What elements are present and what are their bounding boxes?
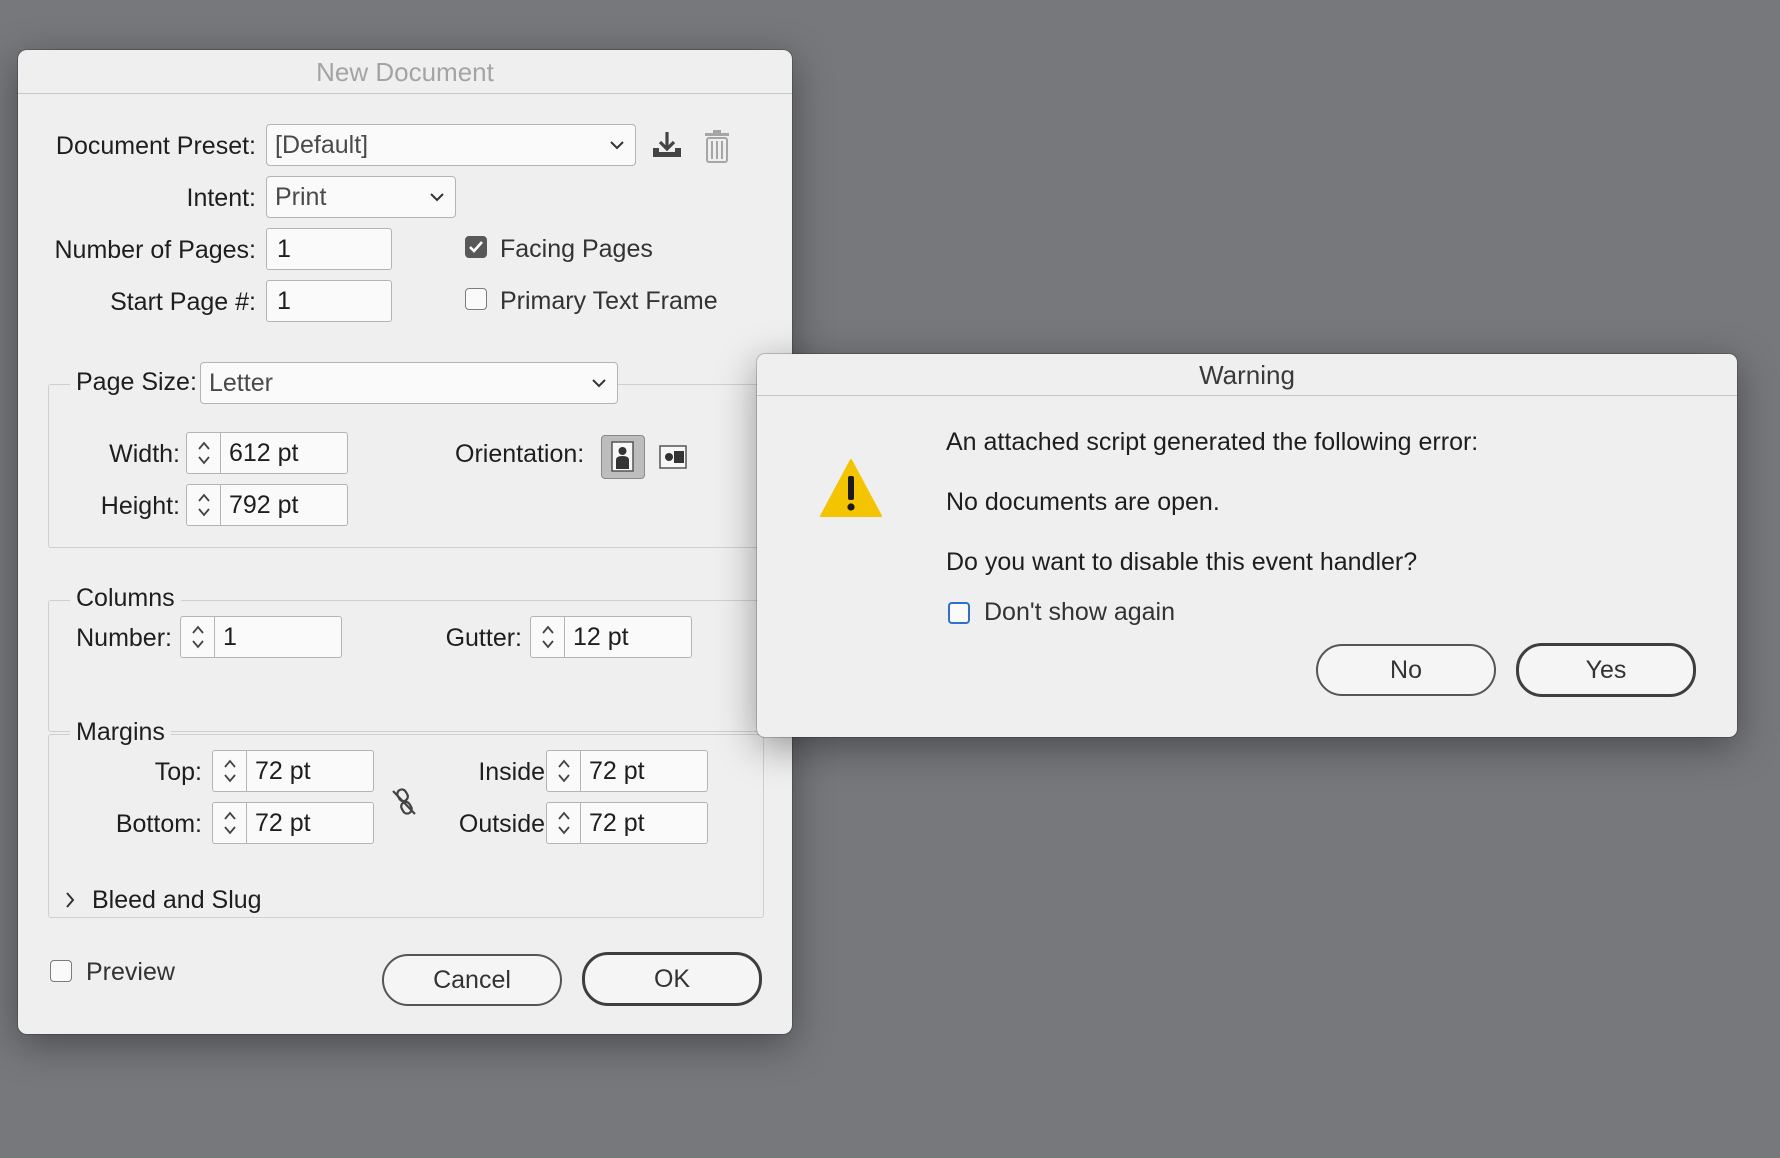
stepper-arrows-icon[interactable]	[213, 803, 247, 843]
intent-label: Intent:	[186, 184, 257, 212]
start-page-label: Start Page #:	[110, 288, 256, 316]
landscape-orientation-icon[interactable]	[653, 437, 693, 477]
chevron-right-icon[interactable]	[62, 890, 78, 910]
width-label: Width:	[109, 440, 180, 468]
chevron-down-icon	[430, 193, 444, 202]
cancel-button[interactable]: Cancel	[382, 954, 562, 1006]
margin-top-value: 72 pt	[255, 756, 311, 785]
stepper-arrows-icon[interactable]	[547, 803, 581, 843]
height-stepper[interactable]: 792 pt	[186, 484, 348, 526]
columns-legend: Columns	[70, 584, 181, 613]
error-message-line-3: Do you want to disable this event handle…	[946, 548, 1418, 576]
chevron-down-icon	[592, 379, 606, 388]
columns-number-value: 1	[223, 622, 237, 651]
facing-pages-checkbox[interactable]	[465, 236, 487, 258]
bleed-and-slug-toggle[interactable]: Bleed and Slug	[92, 886, 262, 915]
start-page-input[interactable]: 1	[266, 280, 392, 322]
margin-outside-label: Outside:	[458, 810, 552, 838]
number-of-pages-label: Number of Pages:	[54, 236, 257, 264]
facing-pages-label: Facing Pages	[500, 235, 653, 263]
margin-top-label: Top:	[154, 758, 202, 786]
chevron-down-icon	[610, 141, 624, 150]
warning-title: Warning	[757, 354, 1737, 396]
document-preset-select[interactable]: [Default]	[266, 124, 636, 166]
columns-number-label: Number:	[76, 624, 172, 652]
width-value: 612 pt	[229, 438, 299, 467]
stepper-arrows-icon[interactable]	[181, 617, 215, 657]
stepper-arrows-icon[interactable]	[547, 751, 581, 791]
dialog-title: New Document	[18, 50, 792, 94]
page-size-value: Letter	[209, 368, 273, 397]
page-size-label: Page Size:	[70, 368, 203, 397]
margin-inside-stepper[interactable]: 72 pt	[546, 750, 708, 792]
height-value: 792 pt	[229, 490, 299, 519]
height-label: Height:	[100, 492, 180, 520]
margin-bottom-stepper[interactable]: 72 pt	[212, 802, 374, 844]
gutter-stepper[interactable]: 12 pt	[530, 616, 692, 658]
margin-outside-value: 72 pt	[589, 808, 645, 837]
document-preset-value: [Default]	[275, 130, 369, 159]
intent-value: Print	[275, 182, 327, 211]
portrait-orientation-icon[interactable]	[601, 435, 645, 479]
error-message-line-1: An attached script generated the followi…	[946, 428, 1479, 456]
intent-select[interactable]: Print	[266, 176, 456, 218]
stepper-arrows-icon[interactable]	[213, 751, 247, 791]
warning-dialog: Warning An attached script generated the…	[757, 354, 1737, 737]
page-size-select[interactable]: Letter	[200, 362, 618, 404]
orientation-label: Orientation:	[455, 440, 585, 468]
dont-show-again-checkbox[interactable]	[948, 602, 970, 624]
columns-number-stepper[interactable]: 1	[180, 616, 342, 658]
primary-text-frame-checkbox[interactable]	[465, 288, 487, 310]
preview-label: Preview	[86, 958, 175, 986]
stepper-arrows-icon[interactable]	[187, 485, 221, 525]
gutter-value: 12 pt	[573, 622, 629, 651]
preview-checkbox[interactable]	[50, 960, 72, 982]
new-document-dialog: New Document Document Preset: [Default] …	[18, 50, 792, 1034]
primary-text-frame-label: Primary Text Frame	[500, 287, 718, 315]
error-message-line-2: No documents are open.	[946, 488, 1220, 516]
stepper-arrows-icon[interactable]	[187, 433, 221, 473]
checkmark-icon	[469, 241, 483, 253]
margin-outside-stepper[interactable]: 72 pt	[546, 802, 708, 844]
width-stepper[interactable]: 612 pt	[186, 432, 348, 474]
margin-top-stepper[interactable]: 72 pt	[212, 750, 374, 792]
margin-inside-value: 72 pt	[589, 756, 645, 785]
yes-button[interactable]: Yes	[1516, 643, 1696, 697]
number-of-pages-input[interactable]: 1	[266, 228, 392, 270]
document-preset-label: Document Preset:	[55, 132, 256, 160]
ok-button[interactable]: OK	[582, 952, 762, 1006]
margins-legend: Margins	[70, 718, 171, 747]
margin-inside-label: Inside:	[478, 758, 552, 786]
broken-link-icon[interactable]	[388, 786, 420, 818]
margin-bottom-value: 72 pt	[255, 808, 311, 837]
dont-show-again-label: Don't show again	[984, 598, 1176, 626]
trash-icon[interactable]	[702, 128, 732, 164]
margin-bottom-label: Bottom:	[115, 810, 202, 838]
download-tray-icon[interactable]	[650, 128, 684, 162]
warning-triangle-icon	[819, 458, 883, 518]
no-button[interactable]: No	[1316, 644, 1496, 696]
gutter-label: Gutter:	[445, 624, 522, 652]
stepper-arrows-icon[interactable]	[531, 617, 565, 657]
